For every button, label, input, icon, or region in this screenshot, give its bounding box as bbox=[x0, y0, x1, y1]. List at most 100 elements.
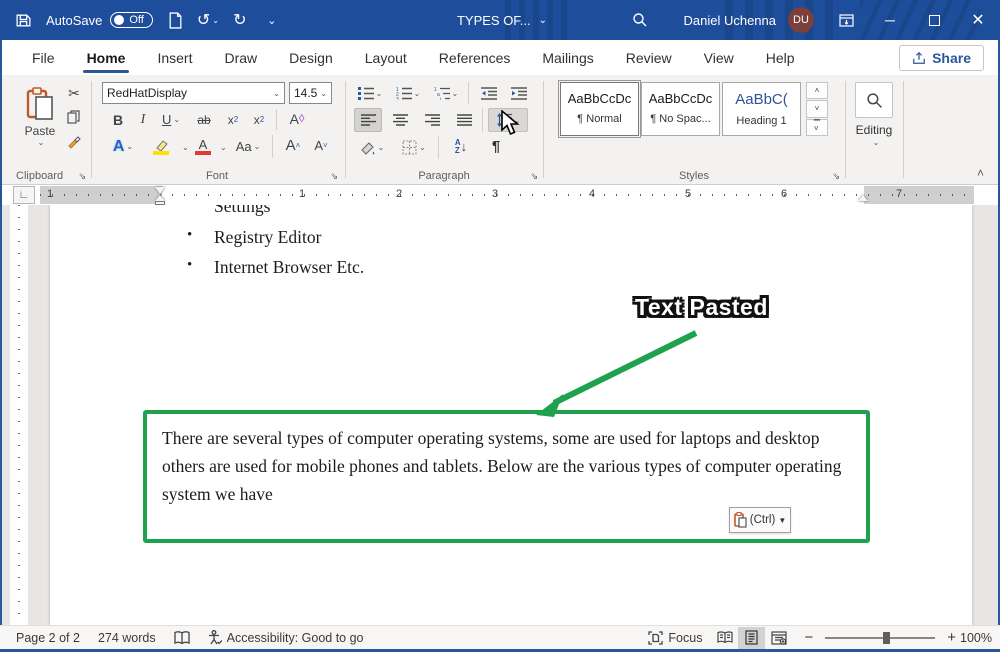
vertical-ruler[interactable] bbox=[10, 205, 28, 625]
styles-scroll-up-icon[interactable]: ˄ bbox=[806, 82, 828, 99]
save-icon[interactable] bbox=[14, 11, 32, 29]
styles-dialog-launcher-icon[interactable]: ⇘ bbox=[832, 171, 840, 182]
close-button[interactable]: ✕ bbox=[958, 0, 998, 40]
web-layout-button[interactable] bbox=[765, 627, 792, 649]
tab-file[interactable]: File bbox=[16, 40, 71, 75]
ribbon-display-options-icon[interactable] bbox=[826, 0, 866, 40]
subscript-button[interactable]: x2 bbox=[222, 109, 244, 130]
shrink-font-button[interactable]: A˅ bbox=[308, 133, 334, 158]
tab-view[interactable]: View bbox=[688, 40, 750, 75]
bullets-button[interactable]: ⌄ bbox=[354, 82, 386, 104]
numbering-dropdown-icon[interactable]: ⌄ bbox=[414, 89, 421, 98]
underline-button[interactable]: U⌄ bbox=[156, 109, 186, 130]
cut-icon[interactable]: ✂ bbox=[64, 83, 84, 103]
zoom-percentage[interactable]: 100% bbox=[960, 631, 1000, 645]
multilevel-dropdown-icon[interactable]: ⌄ bbox=[452, 89, 459, 98]
title-dropdown-icon[interactable]: ⌄ bbox=[539, 15, 547, 26]
tab-help[interactable]: Help bbox=[750, 40, 811, 75]
zoom-slider[interactable] bbox=[825, 637, 935, 639]
tab-home[interactable]: Home bbox=[71, 40, 142, 75]
style-heading1[interactable]: AaBbC( Heading 1 bbox=[722, 82, 801, 136]
font-name-combo[interactable]: RedHatDisplay ⌄ bbox=[102, 82, 285, 104]
paste-options-dropdown-icon[interactable]: ▼ bbox=[778, 516, 786, 525]
bullets-dropdown-icon[interactable]: ⌄ bbox=[376, 89, 383, 98]
change-case-button[interactable]: Aa⌄ bbox=[230, 135, 266, 158]
text-effects-button[interactable]: A⌄ bbox=[106, 135, 140, 158]
clipboard-dialog-launcher-icon[interactable]: ⇘ bbox=[78, 171, 86, 182]
tab-design[interactable]: Design bbox=[273, 40, 349, 75]
user-name[interactable]: Daniel Uchenna bbox=[683, 13, 776, 28]
show-formatting-button[interactable]: ¶ bbox=[484, 134, 508, 159]
accessibility-status[interactable]: Accessibility: Good to go bbox=[199, 626, 373, 650]
proofing-icon[interactable] bbox=[165, 626, 199, 650]
zoom-out-button[interactable]: − bbox=[792, 626, 817, 650]
multilevel-list-button[interactable]: 1ai ⌄ bbox=[430, 82, 462, 104]
sort-button[interactable]: A Z ↓ bbox=[446, 134, 476, 159]
right-indent-marker[interactable] bbox=[858, 195, 868, 201]
paste-button[interactable]: Paste ⌄ bbox=[18, 81, 62, 153]
tab-stop-selector[interactable]: ∟ bbox=[13, 186, 35, 204]
style-normal[interactable]: AaBbCcDc ¶ Normal bbox=[560, 82, 639, 136]
font-dialog-launcher-icon[interactable]: ⇘ bbox=[330, 171, 338, 182]
maximize-button[interactable] bbox=[914, 0, 954, 40]
style-no-spacing[interactable]: AaBbCcDc ¶ No Spac... bbox=[641, 82, 720, 136]
tab-layout[interactable]: Layout bbox=[349, 40, 423, 75]
strikethrough-button[interactable]: ab bbox=[192, 109, 216, 130]
align-left-button[interactable] bbox=[354, 108, 382, 132]
paste-options-button[interactable]: (Ctrl) ▼ bbox=[729, 507, 791, 533]
editing-search-button[interactable] bbox=[855, 82, 893, 118]
styles-more-icon[interactable]: ▔˅ bbox=[806, 119, 828, 136]
list-item[interactable]: • Registry Editor bbox=[187, 227, 321, 248]
paragraph-dialog-launcher-icon[interactable]: ⇘ bbox=[530, 171, 538, 182]
print-layout-button[interactable] bbox=[738, 627, 765, 649]
tab-mailings[interactable]: Mailings bbox=[526, 40, 609, 75]
tab-references[interactable]: References bbox=[423, 40, 527, 75]
paste-dropdown-icon[interactable]: ⌄ bbox=[38, 138, 45, 147]
styles-scroll-down-icon[interactable]: ˅ bbox=[806, 100, 828, 117]
tab-review[interactable]: Review bbox=[610, 40, 688, 75]
tab-insert[interactable]: Insert bbox=[141, 40, 208, 75]
tab-draw[interactable]: Draw bbox=[208, 40, 273, 75]
superscript-button[interactable]: x2 bbox=[248, 109, 270, 130]
zoom-slider-handle[interactable] bbox=[883, 632, 890, 644]
list-item[interactable]: • Internet Browser Etc. bbox=[187, 257, 364, 278]
horizontal-ruler[interactable]: 1 1 2 3 4 5 6 7 bbox=[40, 186, 974, 204]
editing-dropdown-icon[interactable]: ⌄ bbox=[848, 138, 904, 147]
highlight-dropdown-icon[interactable]: ⌄ bbox=[182, 143, 189, 152]
redo-button[interactable]: ↻ bbox=[231, 11, 249, 29]
search-icon[interactable] bbox=[631, 11, 649, 29]
autosave-control[interactable]: AutoSave Off bbox=[46, 12, 153, 28]
shading-button[interactable]: ⌄ bbox=[354, 136, 390, 159]
align-right-button[interactable] bbox=[418, 108, 446, 132]
align-center-button[interactable] bbox=[386, 108, 414, 132]
copy-icon[interactable] bbox=[64, 107, 84, 127]
new-document-icon[interactable] bbox=[167, 11, 185, 29]
bold-button[interactable]: B bbox=[108, 109, 128, 130]
minimize-button[interactable]: ─ bbox=[870, 0, 910, 40]
undo-button[interactable]: ↺⌄ bbox=[199, 11, 217, 29]
borders-button[interactable]: ⌄ bbox=[396, 136, 432, 159]
italic-button[interactable]: I bbox=[134, 109, 152, 130]
format-painter-icon[interactable] bbox=[64, 131, 84, 151]
first-line-indent-marker[interactable] bbox=[155, 187, 165, 194]
font-size-combo[interactable]: 14.5 ⌄ bbox=[289, 82, 332, 104]
read-mode-button[interactable] bbox=[711, 627, 738, 649]
increase-indent-button[interactable] bbox=[506, 82, 532, 104]
word-count[interactable]: 274 words bbox=[89, 626, 165, 650]
justify-button[interactable] bbox=[450, 108, 478, 132]
share-button[interactable]: Share bbox=[899, 45, 984, 71]
page-indicator[interactable]: Page 2 of 2 bbox=[0, 626, 89, 650]
customize-toolbar-icon[interactable]: ⌄ bbox=[263, 11, 281, 29]
autosave-toggle[interactable]: Off bbox=[110, 12, 152, 28]
grow-font-button[interactable]: A˄ bbox=[280, 133, 306, 158]
borders-dropdown-icon[interactable]: ⌄ bbox=[419, 143, 426, 152]
font-color-button[interactable]: A bbox=[190, 135, 216, 158]
pasted-paragraph[interactable]: There are several types of computer oper… bbox=[162, 424, 854, 508]
shading-dropdown-icon[interactable]: ⌄ bbox=[378, 143, 385, 152]
numbering-button[interactable]: 123 ⌄ bbox=[392, 82, 424, 104]
list-item[interactable]: • Settings bbox=[187, 205, 270, 217]
zoom-in-button[interactable]: + bbox=[943, 626, 960, 650]
focus-mode-button[interactable]: Focus bbox=[639, 626, 711, 650]
avatar[interactable]: DU bbox=[788, 7, 814, 33]
text-highlight-button[interactable] bbox=[144, 135, 178, 158]
